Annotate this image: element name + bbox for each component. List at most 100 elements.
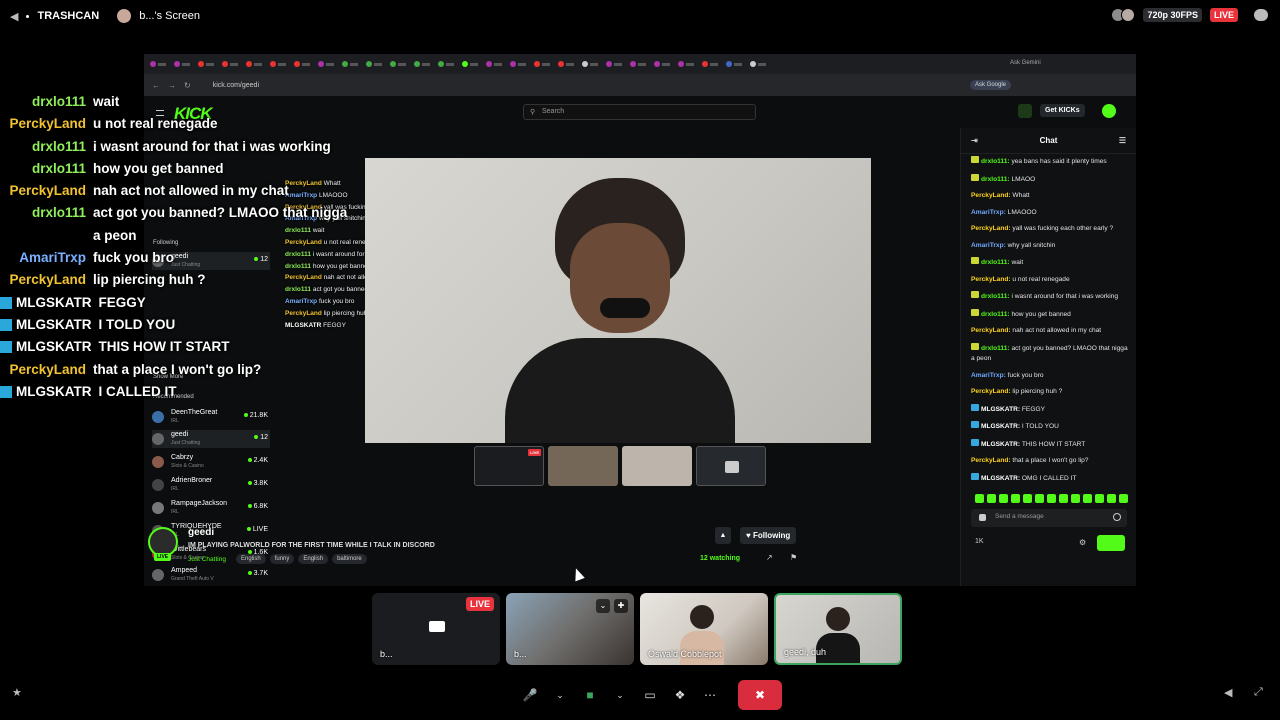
thumbnail-camera-off[interactable] <box>696 446 766 486</box>
chat-username[interactable]: AmariTrxp <box>971 372 1004 379</box>
browser-tab[interactable] <box>294 59 314 69</box>
thumbnail-room[interactable] <box>548 446 618 486</box>
streamer-name[interactable]: geedi <box>188 527 214 538</box>
recommended-item[interactable]: DeenTheGreat IRL 21.8K <box>152 408 270 426</box>
participant-tile[interactable]: ⌄ ✚ b... <box>506 593 634 665</box>
following-button[interactable]: ♥ Following <box>740 527 797 544</box>
stream-tag[interactable]: funny <box>269 554 295 564</box>
user-avatar[interactable] <box>1102 104 1116 118</box>
ask-gemini-button[interactable]: Ask Gemini <box>1010 60 1041 66</box>
emote-bar[interactable] <box>975 494 1128 503</box>
screen-share-icon[interactable]: ▭ <box>638 683 662 707</box>
share-icon[interactable]: ↗ <box>766 553 773 562</box>
chat-username[interactable]: drxlo111 <box>981 311 1007 318</box>
microphone-icon[interactable]: 🎤 <box>518 683 542 707</box>
browser-tab[interactable] <box>198 59 218 69</box>
chat-username[interactable]: drxlo111 <box>981 293 1007 300</box>
browser-tab[interactable] <box>246 59 266 69</box>
browser-tab[interactable] <box>558 59 578 69</box>
channel-name[interactable]: TRASHCAN <box>37 10 99 22</box>
chat-username[interactable]: drxlo111 <box>981 158 1007 165</box>
browser-tab[interactable] <box>390 59 410 69</box>
participant-tile-speaking[interactable]: geedi, duh <box>774 593 902 665</box>
chat-username[interactable]: PerckyLand <box>971 388 1008 395</box>
chat-username[interactable]: drxlo111 <box>981 345 1007 352</box>
browser-tab[interactable] <box>318 59 338 69</box>
get-kicks-button[interactable]: Get KICKs <box>1040 104 1085 117</box>
browser-tab[interactable] <box>726 59 746 69</box>
browser-tab[interactable] <box>678 59 698 69</box>
chat-settings-icon[interactable]: ☰ <box>1119 136 1126 145</box>
kicks-count[interactable]: 1K <box>975 538 984 545</box>
reload-icon[interactable]: ↻ <box>184 81 191 90</box>
chat-username[interactable]: MLGSKATR <box>981 441 1018 448</box>
browser-tab[interactable] <box>366 59 386 69</box>
fullscreen-icon[interactable]: ⤢ <box>1254 686 1263 699</box>
chat-username[interactable]: PerckyLand <box>971 457 1008 464</box>
chat-username[interactable]: PerckyLand <box>971 225 1008 232</box>
gear-icon[interactable]: ⚙ <box>1079 538 1086 547</box>
ask-google-button[interactable]: Ask Google <box>970 80 1012 90</box>
browser-tab[interactable] <box>534 59 554 69</box>
tab-strip[interactable] <box>144 54 1136 74</box>
stream-tag[interactable]: English <box>236 554 266 564</box>
chat-input[interactable]: Send a message <box>971 509 1127 527</box>
search-input[interactable]: ⚲ Search <box>523 104 756 120</box>
stream-tag[interactable]: baltimore <box>332 554 367 564</box>
more-options-icon[interactable]: ⋯ <box>698 683 722 707</box>
url-text[interactable]: kick.com/geedi <box>213 82 259 89</box>
back-icon[interactable]: ← <box>152 81 160 90</box>
browser-tab[interactable] <box>174 59 194 69</box>
recommended-item[interactable]: AdrienBroner IRL 3.8K <box>152 476 270 494</box>
recommended-item[interactable]: geedi Just Chatting 12 <box>152 430 270 448</box>
forward-icon[interactable]: → <box>168 81 176 90</box>
browser-tab[interactable] <box>750 59 770 69</box>
browser-tab[interactable] <box>150 59 170 69</box>
recommended-item[interactable]: Cabrzy Slots & Casino 2.4K <box>152 453 270 471</box>
participant-tile[interactable]: Oswald Cobblepot <box>640 593 768 665</box>
stream-tag[interactable]: English <box>298 554 329 564</box>
browser-tab-active[interactable] <box>462 59 482 69</box>
browser-tab[interactable] <box>654 59 674 69</box>
browser-tab[interactable] <box>222 59 242 69</box>
recommended-item[interactable]: RampageJackson IRL 6.8K <box>152 499 270 517</box>
activity-icon[interactable]: ★ <box>12 686 22 699</box>
viewer-avatars[interactable] <box>1111 8 1136 22</box>
chevron-down-icon[interactable]: ⌄ <box>548 683 572 707</box>
rewards-button[interactable] <box>1018 104 1032 118</box>
chevron-down-icon[interactable]: ⌄ <box>596 599 610 613</box>
thumbnail-oswald[interactable] <box>622 446 692 486</box>
report-icon[interactable]: ⚑ <box>790 553 797 562</box>
browser-tab[interactable] <box>270 59 290 69</box>
camera-icon[interactable]: ■ <box>578 683 602 707</box>
chevron-down-icon[interactable]: ⌄ <box>608 683 632 707</box>
chat-username[interactable]: MLGSKATR <box>981 423 1018 430</box>
chat-username[interactable]: MLGSKATR <box>981 406 1018 413</box>
thumbnail-screen[interactable]: LIVE <box>474 446 544 486</box>
end-call-button[interactable]: ✖ <box>738 680 782 710</box>
browser-tab[interactable] <box>606 59 626 69</box>
collapse-chat-icon[interactable]: ⇥ <box>971 136 978 145</box>
browser-tab[interactable] <box>342 59 362 69</box>
emote-picker-icon[interactable] <box>979 514 986 521</box>
browser-tab[interactable] <box>414 59 434 69</box>
activities-icon[interactable]: ❖ <box>668 683 692 707</box>
chat-username[interactable]: MLGSKATR <box>981 475 1018 482</box>
smiley-icon[interactable] <box>1113 513 1121 521</box>
chat-username[interactable]: PerckyLand <box>971 192 1008 199</box>
stream-category[interactable]: Just Chatting <box>188 556 226 563</box>
browser-tab[interactable] <box>486 59 506 69</box>
chat-username[interactable]: AmariTrxp <box>971 242 1004 249</box>
chat-username[interactable]: PerckyLand <box>971 327 1008 334</box>
chat-username[interactable]: drxlo111 <box>981 259 1007 266</box>
browser-tab[interactable] <box>438 59 458 69</box>
add-user-icon[interactable]: ✚ <box>614 599 628 613</box>
participant-tile-screen[interactable]: LIVE b... <box>372 593 500 665</box>
volume-icon[interactable]: ◀ <box>1224 686 1232 699</box>
chat-icon[interactable] <box>1254 9 1268 21</box>
browser-tab[interactable] <box>702 59 722 69</box>
browser-tab[interactable] <box>630 59 650 69</box>
browser-tab[interactable] <box>510 59 530 69</box>
send-chat-button[interactable] <box>1097 535 1125 551</box>
chat-username[interactable]: AmariTrxp <box>971 209 1004 216</box>
